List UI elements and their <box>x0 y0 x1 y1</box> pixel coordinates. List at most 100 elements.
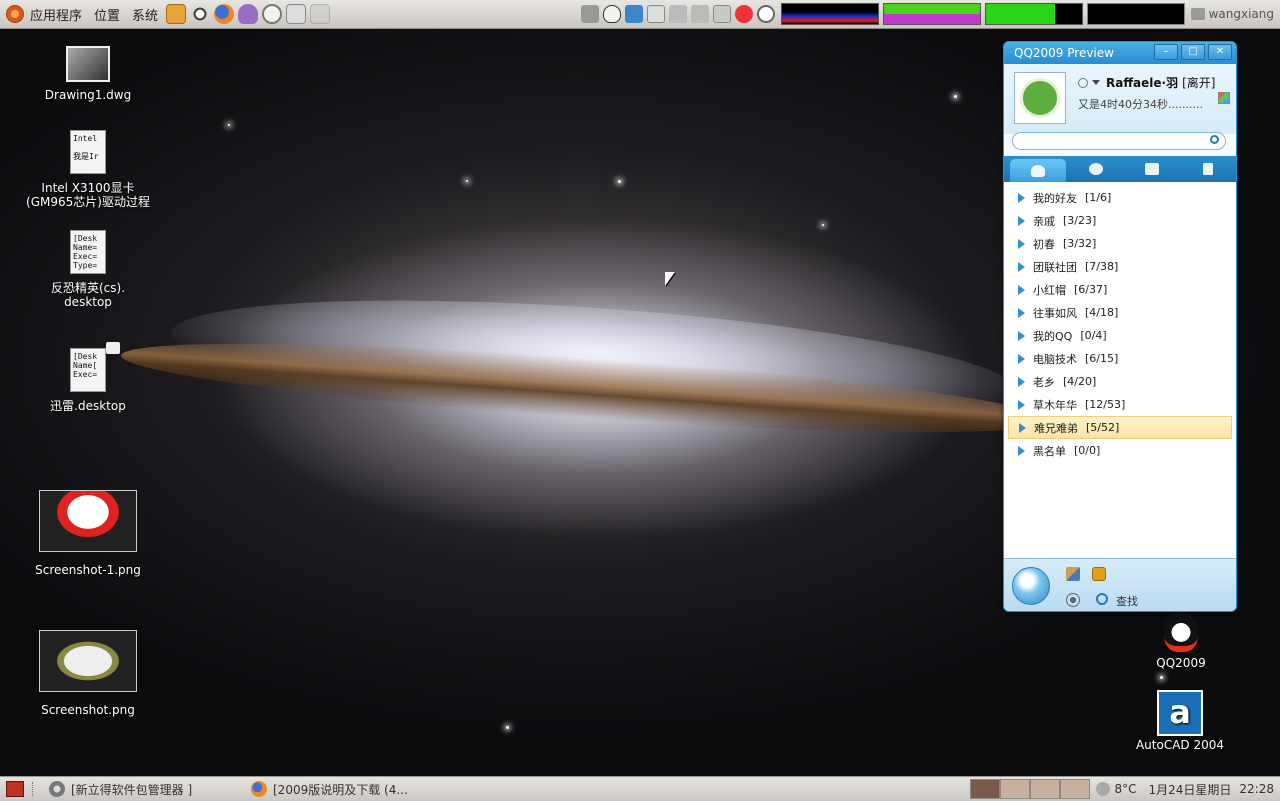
workspace-2[interactable] <box>1000 779 1030 799</box>
applications-menu[interactable]: 应用程序 <box>0 0 88 28</box>
search-icon[interactable] <box>190 4 210 24</box>
list-item[interactable]: 小红帽[6/37] <box>1008 278 1232 301</box>
expand-arrow-icon <box>1018 193 1025 203</box>
network-icon[interactable] <box>581 5 599 23</box>
display-icon[interactable] <box>713 5 731 23</box>
list-item[interactable]: 草木年华[12/53] <box>1008 393 1232 416</box>
firefox-icon[interactable] <box>214 4 234 24</box>
list-item[interactable]: 老乡 [4/20] <box>1008 370 1232 393</box>
tab-contacts[interactable] <box>1010 159 1066 182</box>
time: 22:28 <box>1239 782 1274 796</box>
network-monitor-graph[interactable] <box>985 3 1083 25</box>
tab-recent[interactable] <box>1180 156 1236 182</box>
weather-cloud-icon <box>1096 782 1110 796</box>
avatar[interactable] <box>1014 72 1066 124</box>
signature[interactable]: 又是4时40分34秒.......... <box>1078 96 1203 112</box>
task-label: [2009版说明及下载 (4... <box>273 781 408 798</box>
speaker-icon[interactable] <box>1066 593 1080 607</box>
minimize-button[interactable]: – <box>1154 44 1178 60</box>
group-count: [0/4] <box>1080 329 1106 342</box>
brightness-icon[interactable] <box>757 5 775 23</box>
disk-monitor-graph[interactable] <box>1087 3 1185 25</box>
places-menu[interactable]: 位置 <box>88 0 126 28</box>
panel-handle[interactable] <box>32 782 35 796</box>
group-name: 老乡 <box>1033 374 1055 390</box>
group-chat-icon <box>1145 163 1159 175</box>
media-player-icon[interactable] <box>286 4 306 24</box>
weather-widget[interactable]: 8°C <box>1090 778 1142 800</box>
cursor-tool-icon[interactable] <box>625 5 643 23</box>
user-switcher[interactable]: wangxiang <box>1191 7 1274 21</box>
image-thumbnail <box>39 490 137 552</box>
desktop-icon-label: Intel X3100显卡 (GM965芯片)驱动过程 <box>24 181 152 209</box>
list-item-selected[interactable]: 难兄难弟[5/52] <box>1008 416 1232 439</box>
list-item[interactable]: 往事如风[4/18] <box>1008 301 1232 324</box>
search-icon[interactable] <box>1210 135 1219 144</box>
desktop-icon-qq2009[interactable]: QQ2009 <box>1146 612 1216 670</box>
clock[interactable]: 1月24日星期日 22:28 <box>1143 778 1280 800</box>
list-item[interactable]: 亲戚[3/23] <box>1008 209 1232 232</box>
status-selector[interactable]: Raffaele·羽 [离开] <box>1078 74 1215 91</box>
qq-tray-icon[interactable] <box>603 5 621 23</box>
mail-icon[interactable] <box>310 4 330 24</box>
qq-profile-area: Raffaele·羽 [离开] 又是4时40分34秒.......... <box>1004 64 1236 134</box>
show-desktop-button[interactable] <box>0 778 30 800</box>
tab-groups[interactable] <box>1068 156 1124 182</box>
pidgin-icon[interactable] <box>238 4 258 24</box>
desktop-icon-screenshot[interactable]: Screenshot.png <box>34 630 142 717</box>
group-count: [1/6] <box>1085 191 1111 204</box>
expand-arrow-icon <box>1018 377 1025 387</box>
group-name: 难兄难弟 <box>1034 420 1078 436</box>
speaker-device-icon[interactable] <box>647 5 665 23</box>
maximize-button[interactable]: □ <box>1181 44 1205 60</box>
clock-icon[interactable] <box>262 4 282 24</box>
qq-titlebar[interactable]: QQ2009 Preview – □ ✕ <box>1004 42 1236 64</box>
wrench-icon[interactable] <box>1066 567 1080 581</box>
group-count: [7/38] <box>1085 260 1118 273</box>
desktop-icon-cs[interactable]: [Desk Name= Exec= Type= 反恐精英(cs). deskto… <box>34 230 142 309</box>
list-item[interactable]: 黑名单[0/0] <box>1008 439 1232 462</box>
find-button[interactable]: 查找 <box>1116 593 1138 609</box>
list-item[interactable]: 团联社团[7/38] <box>1008 255 1232 278</box>
connection-icon[interactable] <box>691 5 709 23</box>
workspace-1[interactable] <box>970 779 1000 799</box>
synaptic-icon <box>49 781 65 797</box>
stop-sign-icon[interactable] <box>735 5 753 23</box>
desktop-icon-drawing[interactable]: Drawing1.dwg <box>40 46 136 102</box>
volume-icon[interactable] <box>669 5 687 23</box>
tab-clusters[interactable] <box>1124 156 1180 182</box>
desktop-icon-intel-driver[interactable]: Intel 我是Ir Intel X3100显卡 (GM965芯片)驱动过程 <box>24 130 152 209</box>
desktop-icon-label: Screenshot.png <box>34 703 142 717</box>
launcher-app-icon[interactable] <box>166 4 186 24</box>
system-menu[interactable]: 系统 <box>126 0 164 28</box>
list-item[interactable]: 我的QQ[0/4] <box>1008 324 1232 347</box>
star <box>822 224 824 226</box>
memory-monitor-graph[interactable] <box>883 3 981 25</box>
desktop-icon-autocad[interactable]: a AutoCAD 2004 <box>1130 690 1230 752</box>
phone-icon[interactable] <box>1092 567 1106 581</box>
desktop-icon-xunlei[interactable]: [Desk Name[ Exec= 迅雷.desktop <box>40 348 136 413</box>
taskbar-synaptic[interactable]: [新立得软件包管理器 ] <box>43 778 235 800</box>
qq-main-menu-button[interactable] <box>1012 567 1050 605</box>
desktop-icon-screenshot-1[interactable]: Screenshot-1.png <box>34 490 142 577</box>
nickname: Raffaele·羽 <box>1106 74 1178 91</box>
find-icon[interactable] <box>1096 593 1108 605</box>
expand-arrow-icon <box>1018 285 1025 295</box>
expand-arrow-icon <box>1018 331 1025 341</box>
list-item[interactable]: 我的好友[1/6] <box>1008 186 1232 209</box>
workspace-3[interactable] <box>1030 779 1060 799</box>
task-label: [新立得软件包管理器 ] <box>71 781 192 798</box>
taskbar-firefox[interactable]: [2009版说明及下载 (4... <box>245 778 414 800</box>
list-item[interactable]: 电脑技术[6/15] <box>1008 347 1232 370</box>
list-item[interactable]: 初春[3/32] <box>1008 232 1232 255</box>
qq-bottom-bar: 查找 <box>1004 558 1236 612</box>
cpu-monitor-graph[interactable] <box>781 3 879 25</box>
document-icon <box>1203 163 1213 175</box>
expand-arrow-icon <box>1018 400 1025 410</box>
skin-color-icon[interactable] <box>1218 92 1230 104</box>
workspace-4[interactable] <box>1060 779 1090 799</box>
group-count: [6/15] <box>1085 352 1118 365</box>
group-count: [4/20] <box>1063 375 1096 388</box>
search-input[interactable] <box>1012 132 1226 150</box>
close-button[interactable]: ✕ <box>1208 44 1232 60</box>
